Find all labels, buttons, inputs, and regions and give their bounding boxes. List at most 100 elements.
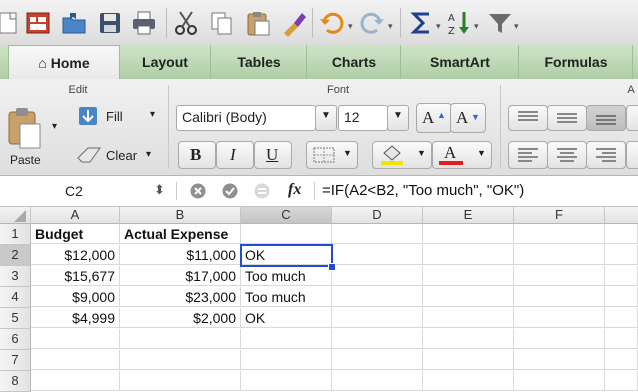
cell-g8[interactable] xyxy=(605,371,638,391)
save-icon[interactable] xyxy=(96,9,124,37)
row-header-1[interactable]: 1 xyxy=(0,224,31,245)
align-center-button[interactable] xyxy=(547,141,587,169)
paste-icon[interactable] xyxy=(244,9,272,37)
paste-large-icon[interactable] xyxy=(6,104,42,152)
cell-f3[interactable] xyxy=(514,266,605,286)
row-header-2[interactable]: 2 xyxy=(0,245,31,266)
cell-b7[interactable] xyxy=(120,350,241,370)
sort-icon[interactable]: AZ xyxy=(446,9,474,37)
new-document-icon[interactable] xyxy=(0,9,22,37)
align-middle-button[interactable] xyxy=(547,105,587,131)
sort-dropdown-icon[interactable]: ▾ xyxy=(474,21,479,32)
cell-a4[interactable]: $9,000 xyxy=(31,287,120,307)
cell-e4[interactable] xyxy=(423,287,514,307)
tab-charts[interactable]: Charts xyxy=(308,45,401,79)
function-icon[interactable]: fx xyxy=(288,181,301,199)
column-header-d[interactable]: D xyxy=(332,207,423,224)
align-top-button[interactable] xyxy=(508,105,548,131)
font-name-dropdown[interactable]: ▼ xyxy=(315,105,337,131)
cell-f5[interactable] xyxy=(514,308,605,328)
cell-g4[interactable] xyxy=(605,287,638,307)
column-header-e[interactable]: E xyxy=(423,207,514,224)
tab-formulas[interactable]: Formulas xyxy=(520,45,633,79)
tab-tables[interactable]: Tables xyxy=(212,45,307,79)
row-header-7[interactable]: 7 xyxy=(0,350,31,371)
bold-button[interactable]: B xyxy=(178,141,216,169)
align-bottom-button[interactable] xyxy=(586,105,626,131)
cell-d8[interactable] xyxy=(332,371,423,391)
tab-home[interactable]: ⌂ Home xyxy=(8,45,120,80)
font-size-dropdown[interactable]: ▼ xyxy=(387,105,409,131)
font-color-button[interactable]: A ▼ xyxy=(432,141,492,169)
column-header-f[interactable]: F xyxy=(514,207,605,224)
cell-f6[interactable] xyxy=(514,329,605,349)
cell-c6[interactable] xyxy=(241,329,332,349)
autosum-dropdown-icon[interactable]: ▾ xyxy=(436,21,441,32)
fill-dropdown-icon[interactable]: ▾ xyxy=(150,109,155,120)
cell-e3[interactable] xyxy=(423,266,514,286)
fill-icon[interactable] xyxy=(78,106,98,126)
cell-e7[interactable] xyxy=(423,350,514,370)
font-name-select[interactable]: Calibri (Body) xyxy=(176,105,316,131)
cell-d4[interactable] xyxy=(332,287,423,307)
cell-d5[interactable] xyxy=(332,308,423,328)
copy-icon[interactable] xyxy=(208,9,236,37)
cell-d6[interactable] xyxy=(332,329,423,349)
cell-b1[interactable]: Actual Expense xyxy=(120,224,241,244)
cell-g7[interactable] xyxy=(605,350,638,370)
cell-e8[interactable] xyxy=(423,371,514,391)
underline-button[interactable]: U xyxy=(254,141,292,169)
redo-icon[interactable] xyxy=(358,9,386,37)
cell-c7[interactable] xyxy=(241,350,332,370)
name-box-stepper-icon[interactable]: ⬍ xyxy=(154,182,165,198)
cell-a6[interactable] xyxy=(31,329,120,349)
cell-a1[interactable]: Budget xyxy=(31,224,120,244)
cell-g1[interactable] xyxy=(605,224,638,244)
clear-label[interactable]: Clear xyxy=(106,148,137,163)
cell-f7[interactable] xyxy=(514,350,605,370)
cell-g2[interactable] xyxy=(605,245,638,265)
cell-b6[interactable] xyxy=(120,329,241,349)
worksheet-grid[interactable]: A B C D E F 1 2 3 4 5 6 7 8 Budget Actua… xyxy=(0,207,638,392)
cell-b4[interactable]: $23,000 xyxy=(120,287,241,307)
cell-d3[interactable] xyxy=(332,266,423,286)
templates-icon[interactable] xyxy=(24,9,52,37)
filter-dropdown-icon[interactable]: ▾ xyxy=(514,21,519,32)
align-left-button[interactable] xyxy=(508,141,548,169)
column-header-c[interactable]: C xyxy=(241,207,332,224)
column-header-a[interactable]: A xyxy=(31,207,120,224)
grow-font-button[interactable]: A ▲ xyxy=(416,103,452,133)
cell-g3[interactable] xyxy=(605,266,638,286)
cell-d1[interactable] xyxy=(332,224,423,244)
cell-f4[interactable] xyxy=(514,287,605,307)
cell-g6[interactable] xyxy=(605,329,638,349)
filter-icon[interactable] xyxy=(486,9,514,37)
cell-b3[interactable]: $17,000 xyxy=(120,266,241,286)
equals-icon[interactable] xyxy=(254,183,270,199)
column-header-g[interactable] xyxy=(605,207,638,224)
borders-button[interactable]: ▼ xyxy=(306,141,358,169)
row-header-3[interactable]: 3 xyxy=(0,266,31,287)
redo-dropdown-icon[interactable]: ▾ xyxy=(388,21,393,32)
cell-a5[interactable]: $4,999 xyxy=(31,308,120,328)
cell-c5[interactable]: OK xyxy=(241,308,332,328)
column-header-b[interactable]: B xyxy=(120,207,241,224)
fill-label[interactable]: Fill xyxy=(106,109,123,124)
print-icon[interactable] xyxy=(130,9,158,37)
cell-e6[interactable] xyxy=(423,329,514,349)
cell-e1[interactable] xyxy=(423,224,514,244)
cell-e5[interactable] xyxy=(423,308,514,328)
select-all-corner[interactable] xyxy=(0,207,31,224)
font-size-select[interactable]: 12 xyxy=(338,105,388,131)
shrink-font-button[interactable]: A ▼ xyxy=(450,103,486,133)
cell-b2[interactable]: $11,000 xyxy=(120,245,241,265)
cell-c4[interactable]: Too much xyxy=(241,287,332,307)
align-right-button[interactable] xyxy=(586,141,626,169)
undo-dropdown-icon[interactable]: ▾ xyxy=(348,21,353,32)
autosum-icon[interactable] xyxy=(408,9,436,37)
cell-c3[interactable]: Too much xyxy=(241,266,332,286)
cell-d7[interactable] xyxy=(332,350,423,370)
cell-a3[interactable]: $15,677 xyxy=(31,266,120,286)
open-icon[interactable] xyxy=(60,9,88,37)
cell-g5[interactable] xyxy=(605,308,638,328)
